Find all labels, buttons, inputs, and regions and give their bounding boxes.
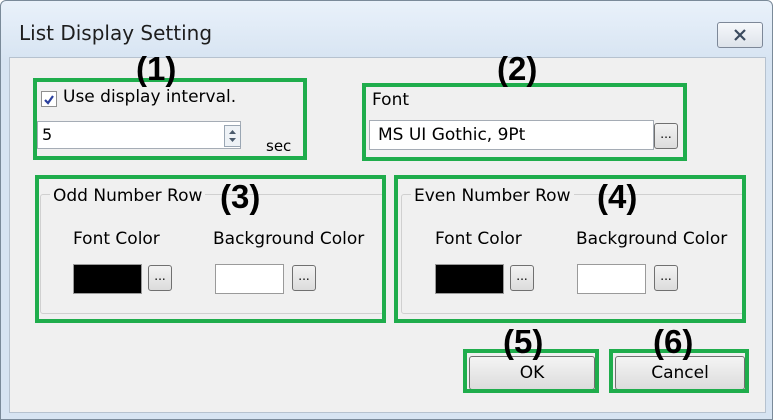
annotation-marker-4: (4)	[597, 178, 638, 215]
annotation-marker-6: (6)	[653, 323, 694, 360]
highlight-box-2	[362, 83, 687, 161]
close-icon	[734, 29, 746, 41]
close-button[interactable]	[717, 22, 763, 48]
annotation-marker-1: (1)	[136, 50, 177, 87]
highlight-box-1	[33, 78, 307, 160]
annotation-marker-5: (5)	[503, 323, 544, 360]
annotation-marker-2: (2)	[497, 50, 538, 87]
annotation-marker-3: (3)	[220, 178, 261, 215]
highlight-box-3	[35, 175, 386, 323]
title-bar: List Display Setting	[1, 1, 772, 57]
dialog-title: List Display Setting	[19, 21, 213, 45]
highlight-box-4	[394, 175, 746, 323]
